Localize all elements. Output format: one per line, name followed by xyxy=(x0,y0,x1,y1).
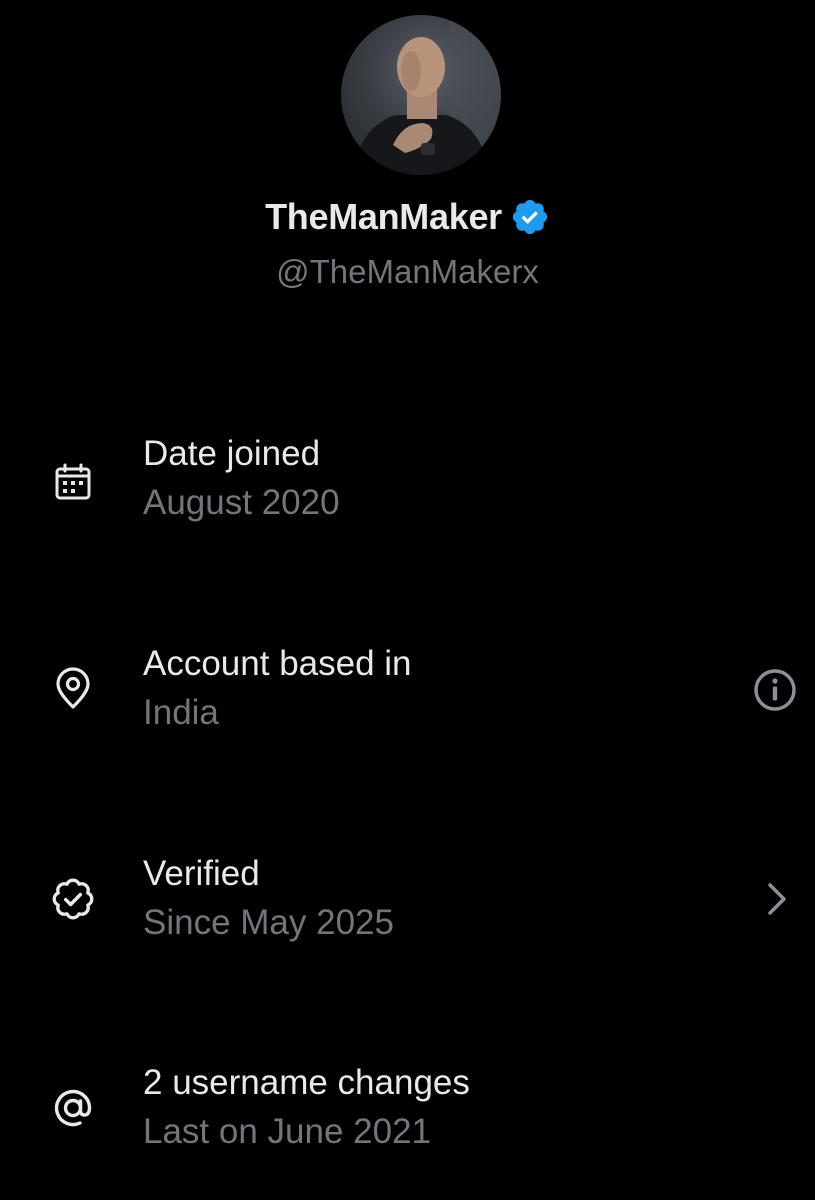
user-handle: @TheManMakerx xyxy=(276,253,539,290)
username-changes-label: 2 username changes xyxy=(143,1063,470,1102)
verified-check-icon xyxy=(50,876,96,922)
avatar[interactable] xyxy=(341,15,501,175)
account-location-value: India xyxy=(143,693,219,732)
info-icon[interactable] xyxy=(751,666,799,714)
profile-photo xyxy=(351,15,501,175)
verified-badge-icon[interactable] xyxy=(510,197,550,237)
display-name-row: TheManMaker xyxy=(0,196,815,248)
calendar-icon xyxy=(50,459,96,505)
date-joined-row: Date joined August 2020 xyxy=(0,434,815,534)
verified-row[interactable]: Verified Since May 2025 xyxy=(0,854,815,954)
username-changes-row: 2 username changes Last on June 2021 xyxy=(0,1063,815,1163)
chevron-right-icon[interactable] xyxy=(751,875,799,923)
at-sign-icon xyxy=(50,1085,96,1131)
display-name: TheManMaker xyxy=(265,196,502,237)
account-location-row: Account based in India xyxy=(0,644,815,744)
account-location-label: Account based in xyxy=(143,644,412,683)
verified-label: Verified xyxy=(143,854,260,893)
date-joined-label: Date joined xyxy=(143,434,321,473)
location-pin-icon xyxy=(50,666,96,712)
username-changes-value: Last on June 2021 xyxy=(143,1112,432,1151)
verified-since-value: Since May 2025 xyxy=(143,903,394,942)
date-joined-value: August 2020 xyxy=(143,483,340,522)
